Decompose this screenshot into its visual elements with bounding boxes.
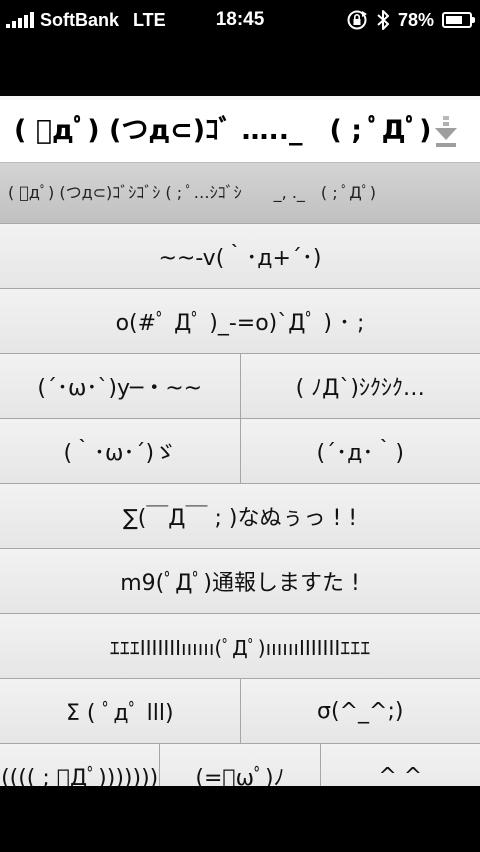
- emoticon-button[interactable]: (｀･ω･´)ゞ: [0, 419, 241, 483]
- emoticon-button[interactable]: ~~-v(｀･д+´･): [0, 224, 480, 288]
- emoticon-button[interactable]: ( ﾉД`)ｼｸｼｸ…: [241, 354, 480, 418]
- emoticon-row: (((( ; ﾟДﾟ))))))) (=ﾟωﾟ)ﾉ ^ ^: [0, 744, 480, 786]
- bluetooth-icon: [377, 10, 389, 30]
- history-banner[interactable]: ( ﾟдﾟ) (つд⊂)ｺﾞｼｺﾞｼ ( ; ﾟ…ｼｺﾞｼ _, ._ ( ; …: [0, 163, 480, 224]
- emoticon-grid: ~~-v(｀･д+´･) o(#ﾟ Дﾟ )_-=o)`Дﾟ ) ･ ; (´･ω･…: [0, 224, 480, 786]
- emoticon-row: ｴｴｴIIIIIIIıııııı(ﾟДﾟ)ııııııIIIIIIIｴｴｴ: [0, 614, 480, 679]
- emoticon-row: Σ ( ﾟдﾟ lll) σ(^_^;): [0, 679, 480, 744]
- selected-emoticon-header[interactable]: ( ﾟдﾟ) (つд⊂)ｺﾞ ….._ ( ; ﾟДﾟ): [0, 100, 480, 163]
- emoticon-button[interactable]: ^ ^: [321, 744, 480, 787]
- emoticon-row: o(#ﾟ Дﾟ )_-=o)`Дﾟ ) ･ ;: [0, 289, 480, 354]
- down-arrow-icon[interactable]: [434, 116, 458, 148]
- emoticon-button[interactable]: o(#ﾟ Дﾟ )_-=o)`Дﾟ ) ･ ;: [0, 289, 480, 353]
- emoticon-button[interactable]: (´･д･｀): [241, 419, 480, 483]
- bottom-black-area: [0, 786, 480, 852]
- emoticon-button[interactable]: (((( ; ﾟДﾟ))))))): [0, 744, 161, 786]
- emoticon-button[interactable]: ｴｴｴIIIIIIIıııııı(ﾟДﾟ)ııııııIIIIIIIｴｴｴ: [0, 614, 480, 678]
- emoticon-row: (´･ω･`)y─・~~( ﾉД`)ｼｸｼｸ…: [0, 354, 480, 419]
- app-content: ( ﾟдﾟ) (つд⊂)ｺﾞ ….._ ( ; ﾟДﾟ) ( ﾟдﾟ) (つд⊂…: [0, 96, 480, 786]
- selected-emoticon-text: ( ﾟдﾟ) (つд⊂)ｺﾞ ….._ ( ; ﾟДﾟ): [14, 115, 432, 146]
- rotation-lock-icon: [347, 10, 367, 30]
- status-bar: SoftBank LTE 18:45 78%: [0, 0, 480, 40]
- emoticon-button[interactable]: Σ ( ﾟдﾟ lll): [0, 679, 241, 743]
- emoticon-button[interactable]: (=ﾟωﾟ)ﾉ: [160, 744, 321, 786]
- battery-percent: 78%: [397, 9, 434, 30]
- emoticon-row: ~~-v(｀･д+´･): [0, 224, 480, 289]
- history-banner-text: ( ﾟдﾟ) (つд⊂)ｺﾞｼｺﾞｼ ( ; ﾟ…ｼｺﾞｼ _, ._ ( ; …: [8, 183, 376, 202]
- emoticon-button[interactable]: (´･ω･`)y─・~~: [0, 354, 241, 418]
- emoticon-button[interactable]: ∑(￣Д￣ ; )なぬぅっ ! !: [0, 484, 480, 548]
- battery-icon: [442, 12, 475, 28]
- emoticon-button[interactable]: m9(ﾟДﾟ)通報しますた !: [0, 549, 480, 613]
- emoticon-row: (｀･ω･´)ゞ (´･д･｀): [0, 419, 480, 484]
- emoticon-row: m9(ﾟДﾟ)通報しますた !: [0, 549, 480, 614]
- emoticon-row: ∑(￣Д￣ ; )なぬぅっ ! !: [0, 484, 480, 549]
- status-right: 78%: [346, 0, 475, 40]
- emoticon-button[interactable]: σ(^_^;): [241, 679, 480, 743]
